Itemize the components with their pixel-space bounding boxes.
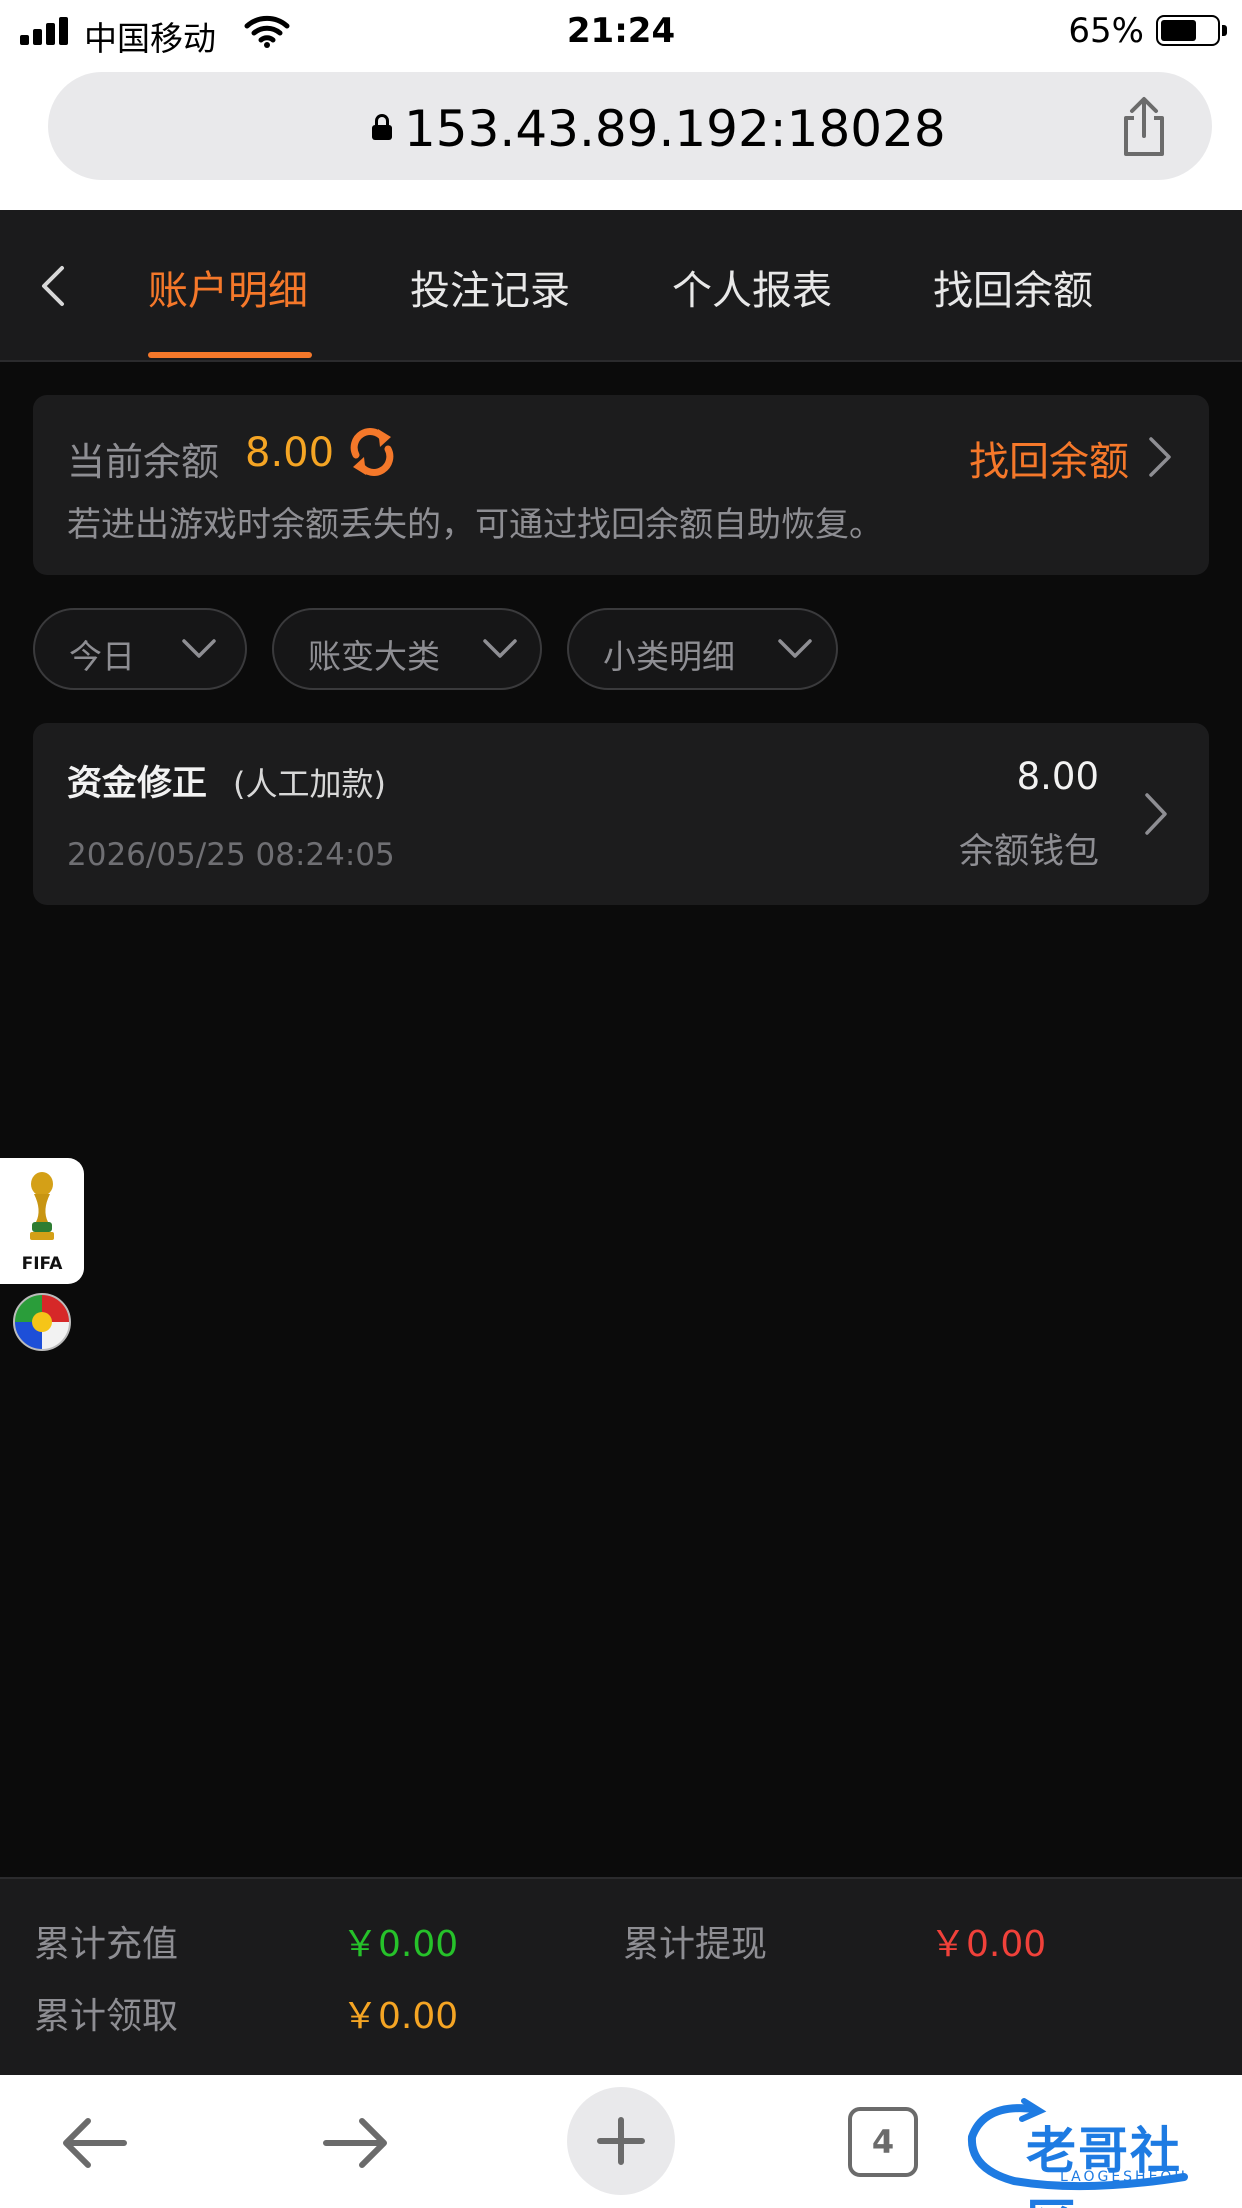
lock-icon: [372, 114, 392, 140]
active-tab-indicator: [148, 352, 312, 358]
filter-category[interactable]: 账变大类: [272, 608, 542, 690]
fifa-badge[interactable]: FIFA: [0, 1158, 84, 1284]
record-title: 资金修正: [67, 764, 208, 804]
forward-arrow-icon[interactable]: [320, 2113, 392, 2173]
watermark-subtext: LAOGESHEQU: [1060, 2169, 1188, 2185]
total-withdraw-label: 累计提现: [623, 1924, 768, 1965]
total-claim-label: 累计领取: [34, 1996, 179, 2037]
address-bar[interactable]: 153.43.89.192:18028: [48, 72, 1212, 180]
balance-label: 当前余额: [67, 440, 220, 484]
balance-card: 当前余额 8.00 找回余额 若进出游戏时余额丢失的，可通过找回余额自助恢复。: [33, 395, 1209, 575]
tab-account-details[interactable]: 账户明细: [148, 258, 308, 316]
record-subtitle: (人工加款): [233, 765, 386, 803]
share-icon[interactable]: [1118, 96, 1170, 158]
tab-header: 账户明细 投注记录 个人报表 找回余额: [0, 210, 1242, 362]
balance-hint: 若进出游戏时余额丢失的，可通过找回余额自助恢复。: [67, 505, 883, 545]
list-item[interactable]: 资金修正 (人工加款) 2026/05/25 08:24:05 8.00 余额钱…: [33, 723, 1209, 905]
total-claim-value: ￥0.00: [342, 1996, 459, 2037]
total-recharge-value: ￥0.00: [342, 1924, 459, 1965]
tab-count: 4: [871, 2123, 895, 2161]
chevron-down-icon: [778, 639, 812, 658]
watermark-text: 老哥社区: [1026, 2122, 1182, 2208]
filter-date[interactable]: 今日: [33, 608, 247, 690]
filter-subcategory[interactable]: 小类明细: [567, 608, 838, 690]
totals-footer: 累计充值 ￥0.00 累计提现 ￥0.00 累计领取 ￥0.00: [0, 1877, 1242, 2075]
battery-percent: 65%: [1068, 11, 1144, 51]
world-ball-icon[interactable]: [12, 1292, 72, 1352]
refresh-icon[interactable]: [345, 425, 399, 479]
filter-subcategory-label: 小类明细: [603, 637, 735, 676]
tab-personal-report[interactable]: 个人报表: [672, 258, 832, 316]
recover-balance-link[interactable]: 找回余额: [969, 429, 1129, 487]
balance-value: 8.00: [245, 430, 335, 476]
filter-date-label: 今日: [69, 637, 135, 676]
trophy-icon: [30, 1172, 54, 1240]
chevron-right-icon: [1145, 793, 1167, 835]
tabs-button[interactable]: 4: [848, 2107, 918, 2177]
total-recharge-label: 累计充值: [34, 1924, 179, 1965]
tab-bet-records[interactable]: 投注记录: [410, 258, 570, 316]
back-chevron-icon[interactable]: [34, 264, 74, 308]
total-withdraw-value: ￥0.00: [930, 1924, 1047, 1965]
record-time: 2026/05/25 08:24:05: [67, 837, 395, 873]
watermark-logo: 老哥社区 LAOGESHEQU: [964, 2097, 1228, 2208]
record-wallet: 余额钱包: [958, 832, 1099, 872]
chevron-down-icon: [182, 639, 216, 658]
browser-toolbar: 4 老哥社区 LAOGESHEQU: [0, 2075, 1242, 2208]
record-amount: 8.00: [1016, 755, 1099, 798]
plus-icon: [597, 2117, 645, 2165]
browser-address-area: 153.43.89.192:18028: [0, 64, 1242, 210]
fifa-label: FIFA: [21, 1254, 63, 1274]
back-arrow-icon[interactable]: [58, 2113, 130, 2173]
filter-category-label: 账变大类: [308, 637, 440, 676]
battery-icon: [1156, 15, 1227, 46]
url-text[interactable]: 153.43.89.192:18028: [404, 100, 946, 158]
chevron-right-icon[interactable]: [1147, 435, 1173, 479]
chevron-down-icon: [483, 639, 517, 658]
status-bar: 中国移动 21:24 65%: [0, 0, 1242, 64]
tab-recover-balance[interactable]: 找回余额: [933, 258, 1093, 316]
clock: 21:24: [566, 11, 676, 51]
new-tab-button[interactable]: [567, 2087, 675, 2195]
